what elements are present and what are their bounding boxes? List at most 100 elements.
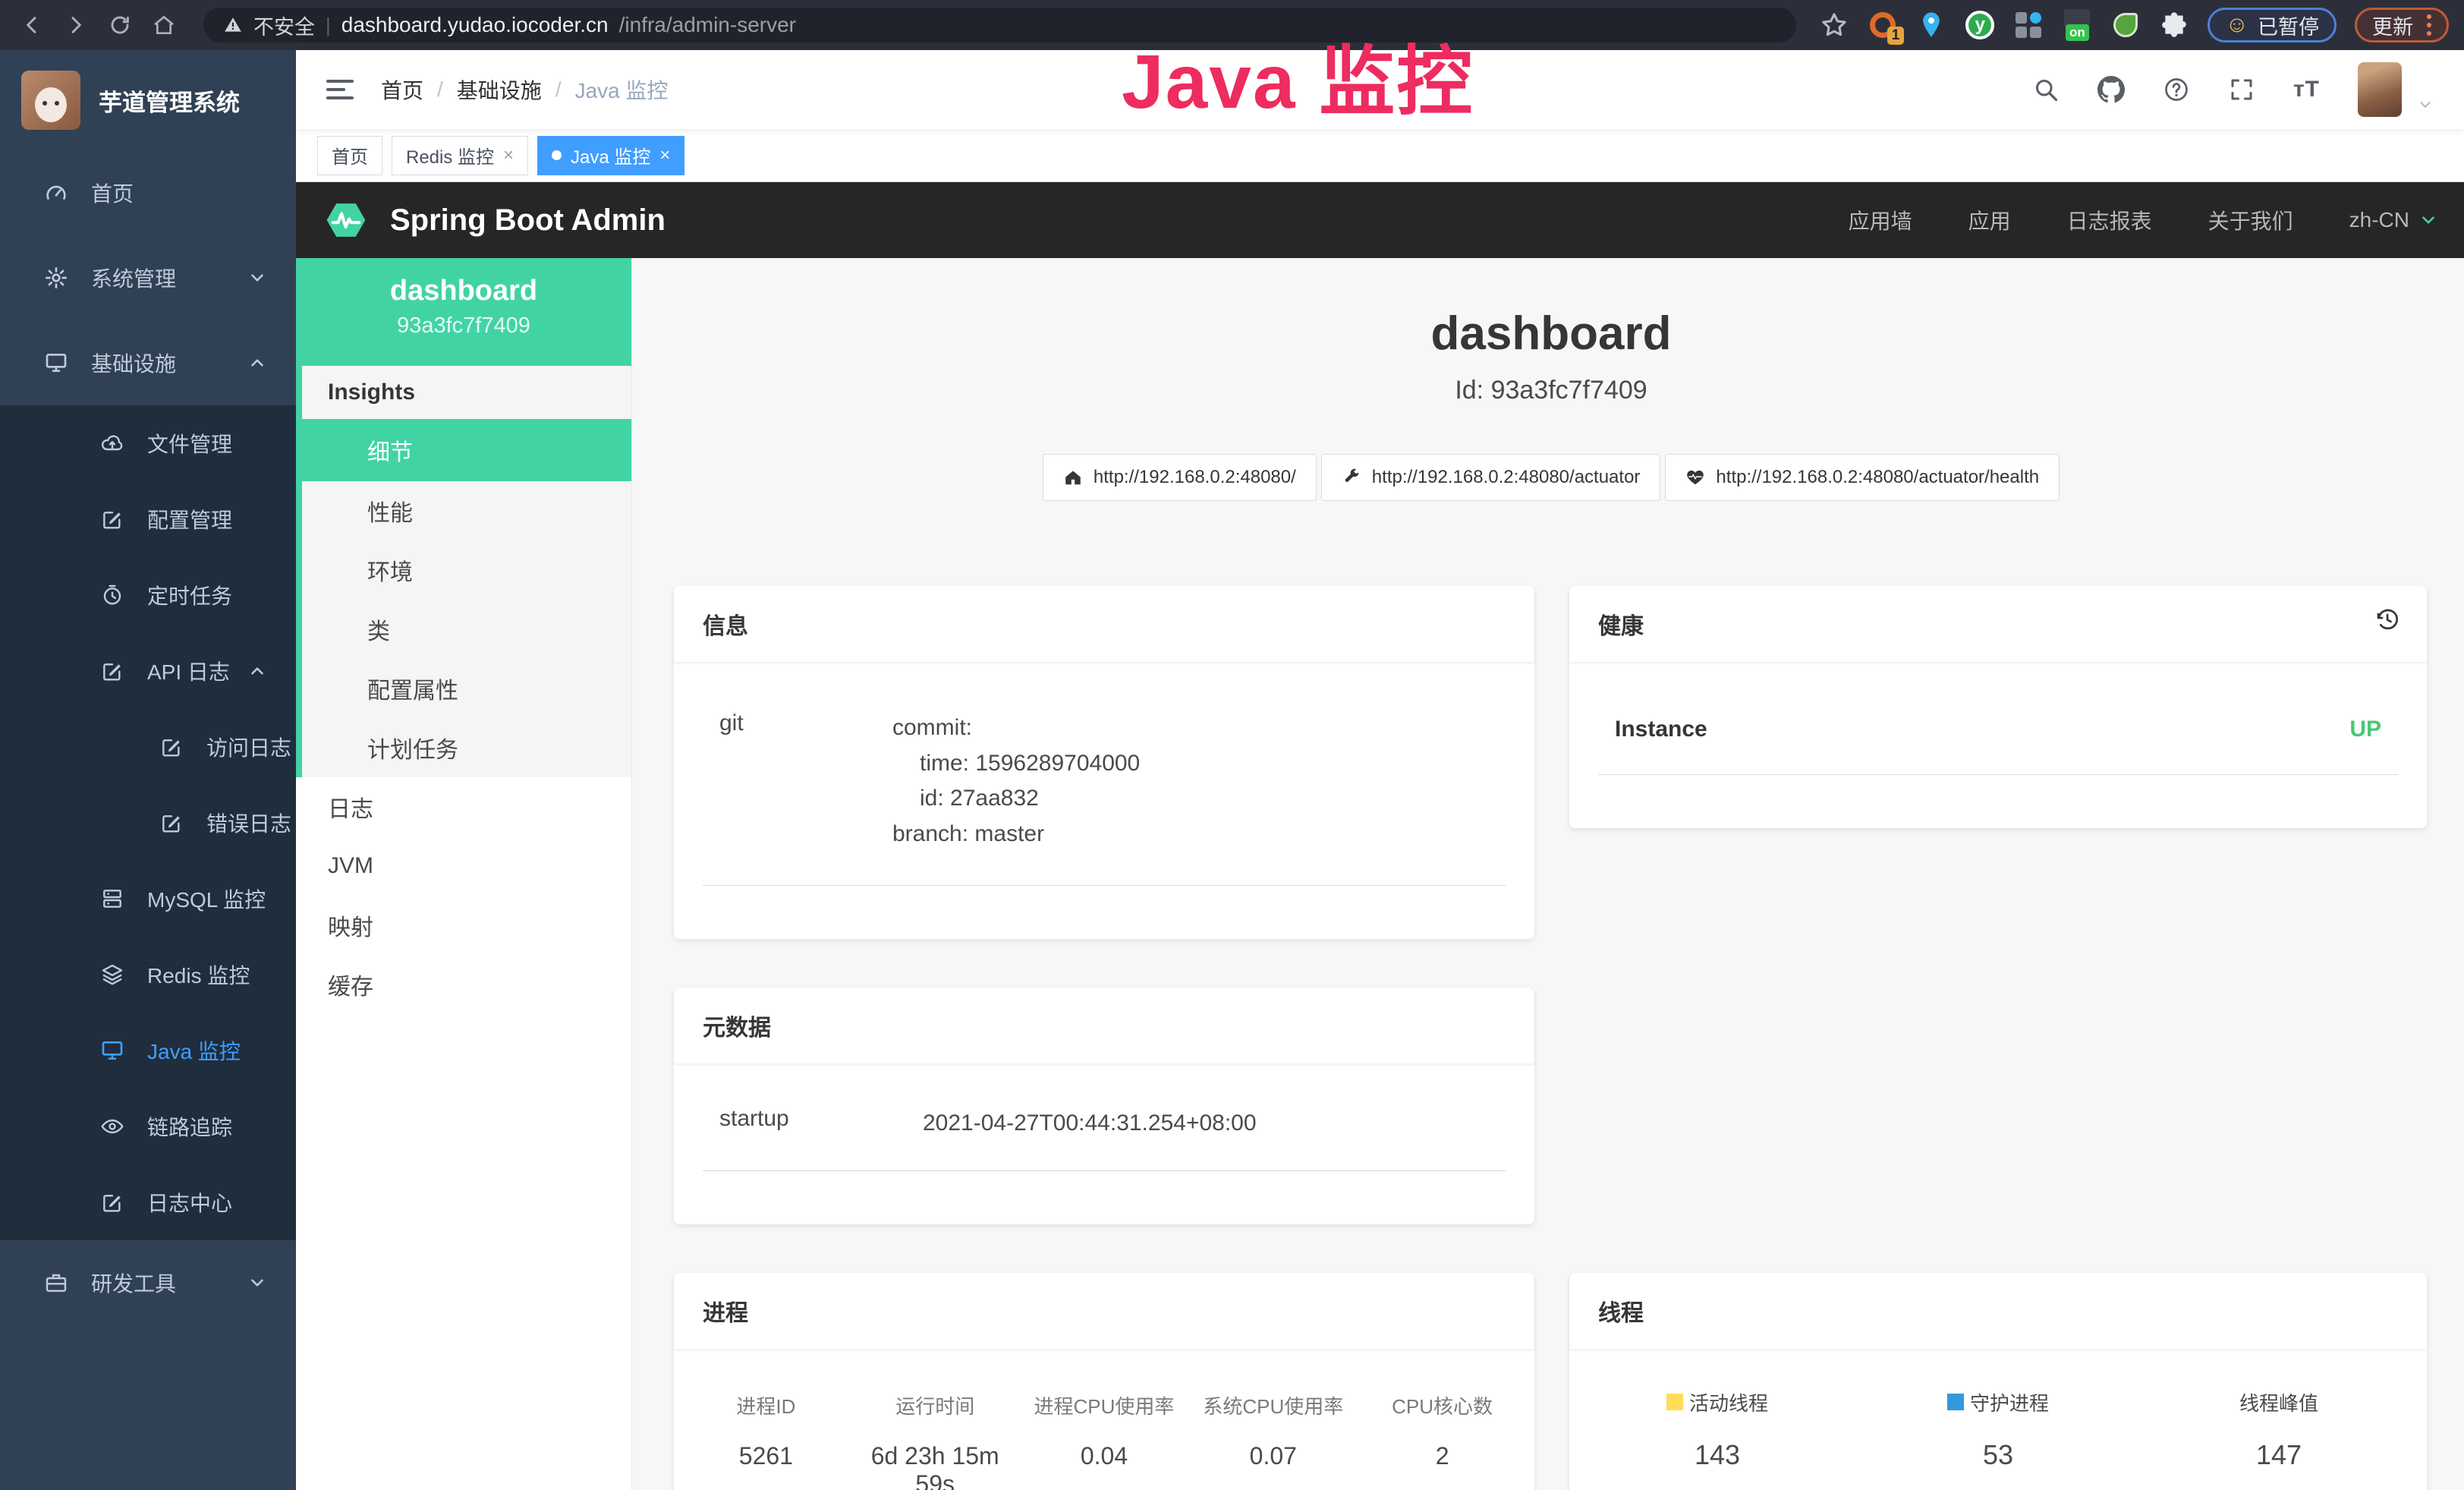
- sidebar-item-error-logs[interactable]: 错误日志: [0, 785, 296, 861]
- sba-menu-mappings[interactable]: 映射: [296, 896, 631, 955]
- sba-nav: 应用墙 应用 日志报表 关于我们 zh-CN: [1849, 205, 2438, 235]
- sidebar-item-label: 错误日志: [206, 808, 291, 838]
- extension-orange-icon[interactable]: 1: [1868, 10, 1898, 40]
- sidebar-item-file-management[interactable]: 文件管理: [0, 405, 296, 481]
- sba-nav-journal[interactable]: 日志报表: [2067, 205, 2152, 235]
- fullscreen-icon[interactable]: [2228, 76, 2255, 103]
- extension-leaf-icon[interactable]: [2110, 10, 2141, 40]
- browser-back-button[interactable]: [15, 8, 49, 42]
- sidebar-item-api-logs[interactable]: API 日志: [0, 633, 296, 709]
- breadcrumb-home[interactable]: 首页: [381, 74, 423, 105]
- sba-nav-about[interactable]: 关于我们: [2208, 205, 2293, 235]
- sba-menu-classes[interactable]: 类: [302, 600, 631, 659]
- sba-nav-applications[interactable]: 应用: [1968, 205, 2011, 235]
- sba-menu-jvm[interactable]: JVM: [296, 836, 631, 896]
- header-actions: ᴛT: [2032, 62, 2434, 117]
- sidebar-item-mysql-monitor[interactable]: MySQL 监控: [0, 861, 296, 937]
- extension-on-switch-icon[interactable]: on: [2062, 10, 2092, 40]
- process-stat-uptime: 运行时间 6d 23h 15m 59s: [851, 1391, 1020, 1490]
- app-logo-row[interactable]: 芋道管理系统: [0, 50, 296, 150]
- service-url-button[interactable]: http://192.168.0.2:48080/: [1043, 454, 1317, 501]
- process-stat-process-cpu: 进程CPU使用率 0.04: [1020, 1391, 1189, 1490]
- health-card: 健康 Instance UP: [1569, 586, 2427, 828]
- sba-nav-wallboard[interactable]: 应用墙: [1849, 205, 1912, 235]
- extension-y-icon[interactable]: y: [1965, 10, 1995, 40]
- browser-forward-button[interactable]: [59, 8, 93, 42]
- chevron-up-icon: [247, 353, 267, 373]
- security-warning-icon[interactable]: [223, 15, 243, 35]
- sba-sidebar: dashboard 93a3fc7f7409 Insights 细节 性能 环境…: [296, 258, 632, 1490]
- extension-pin-icon[interactable]: [1916, 10, 1946, 40]
- edit-icon: [100, 507, 124, 531]
- tab-label: 首页: [332, 142, 368, 169]
- sba-instance-id: 93a3fc7f7409: [296, 313, 631, 339]
- info-git-label: git: [703, 710, 892, 852]
- tab-close-icon[interactable]: ×: [503, 145, 514, 166]
- tab-label: Java 监控: [571, 142, 650, 169]
- sidebar-item-dev-tools[interactable]: 研发工具: [0, 1240, 296, 1325]
- breadcrumb-infrastructure[interactable]: 基础设施: [457, 74, 542, 105]
- sidebar-item-access-logs[interactable]: 访问日志: [0, 709, 296, 785]
- tab-redis-monitor[interactable]: Redis 监控 ×: [392, 136, 528, 175]
- process-stats: 进程ID 5261 运行时间 6d 23h 15m 59s 进程CPU使用率 0…: [674, 1349, 1534, 1490]
- app-sidebar: 芋道管理系统 首页 系统管理 基础设施: [0, 50, 296, 1490]
- sidebar-item-redis-monitor[interactable]: Redis 监控: [0, 937, 296, 1013]
- extension-badge: 1: [1887, 27, 1905, 45]
- sidebar-item-java-monitor[interactable]: Java 监控: [0, 1013, 296, 1088]
- sba-instance-header[interactable]: dashboard 93a3fc7f7409: [296, 258, 631, 366]
- github-icon[interactable]: [2097, 76, 2125, 103]
- threads-card-title: 线程: [1569, 1273, 2427, 1349]
- user-avatar[interactable]: [2358, 62, 2402, 117]
- sidebar-item-tracing[interactable]: 链路追踪: [0, 1088, 296, 1164]
- sba-language-select[interactable]: zh-CN: [2349, 208, 2438, 232]
- threads-legend: 活动线程 143 守护进程 53 线程峰值 147: [1569, 1349, 2427, 1471]
- help-icon[interactable]: [2163, 76, 2190, 103]
- font-size-icon[interactable]: ᴛT: [2293, 77, 2320, 102]
- bookmark-star-icon[interactable]: [1819, 10, 1849, 40]
- extension-grid-icon[interactable]: [2013, 10, 2044, 40]
- sba-menu-config-props[interactable]: 配置属性: [302, 659, 631, 718]
- sba-menu-caches[interactable]: 缓存: [296, 955, 631, 1014]
- actuator-url-button[interactable]: http://192.168.0.2:48080/actuator: [1321, 454, 1661, 501]
- profile-paused-chip[interactable]: ☺ 已暂停: [2208, 8, 2337, 43]
- log-edit-icon: [159, 735, 184, 759]
- sba-section-insights[interactable]: Insights: [302, 366, 631, 419]
- tab-java-monitor[interactable]: Java 监控 ×: [537, 136, 684, 175]
- log-edit-icon: [159, 811, 184, 835]
- browser-home-button[interactable]: [147, 8, 181, 42]
- avatar-caret-icon[interactable]: [2417, 96, 2434, 113]
- security-label[interactable]: 不安全: [253, 11, 315, 40]
- tab-close-icon[interactable]: ×: [659, 145, 670, 166]
- sidebar-item-scheduled-tasks[interactable]: 定时任务: [0, 557, 296, 633]
- sidebar-item-system-management[interactable]: 系统管理: [0, 235, 296, 320]
- service-url-label: http://192.168.0.2:48080/: [1094, 467, 1296, 488]
- sba-menu-details[interactable]: 细节: [296, 419, 631, 481]
- history-icon[interactable]: [2374, 606, 2401, 633]
- extensions-puzzle-icon[interactable]: [2159, 10, 2189, 40]
- browser-menu-icon[interactable]: [2427, 14, 2431, 36]
- address-bar[interactable]: 不安全 | dashboard.yudao.iocoder.cn/infra/a…: [203, 8, 1796, 43]
- sba-header: Spring Boot Admin 应用墙 应用 日志报表 关于我们 zh-CN: [296, 182, 2464, 258]
- tab-home[interactable]: 首页: [317, 136, 382, 175]
- sidebar-item-log-center[interactable]: 日志中心: [0, 1164, 296, 1240]
- browser-reload-button[interactable]: [103, 8, 137, 42]
- sidebar-item-home[interactable]: 首页: [0, 150, 296, 235]
- sba-menu-metrics[interactable]: 性能: [302, 481, 631, 540]
- sidebar-item-infrastructure[interactable]: 基础设施: [0, 320, 296, 405]
- sidebar-item-config-management[interactable]: 配置管理: [0, 481, 296, 557]
- cloud-upload-icon: [100, 431, 124, 455]
- active-tab-dot: [552, 150, 562, 160]
- home-icon: [1063, 468, 1083, 487]
- health-url-button[interactable]: http://192.168.0.2:48080/actuator/health: [1665, 454, 2060, 501]
- sba-menu-logs[interactable]: 日志: [296, 777, 631, 836]
- search-icon[interactable]: [2032, 76, 2060, 103]
- chevron-down-icon: [247, 1273, 267, 1293]
- app-logo: [21, 71, 80, 130]
- sba-menu-scheduled-tasks[interactable]: 计划任务: [302, 718, 631, 777]
- address-divider: |: [326, 14, 331, 37]
- sba-logo-icon: [322, 196, 370, 244]
- browser-update-button[interactable]: 更新: [2355, 8, 2449, 43]
- hamburger-icon[interactable]: [326, 80, 354, 99]
- threads-daemon-stat: 守护进程 53: [1858, 1388, 2138, 1471]
- sba-menu-environment[interactable]: 环境: [302, 540, 631, 600]
